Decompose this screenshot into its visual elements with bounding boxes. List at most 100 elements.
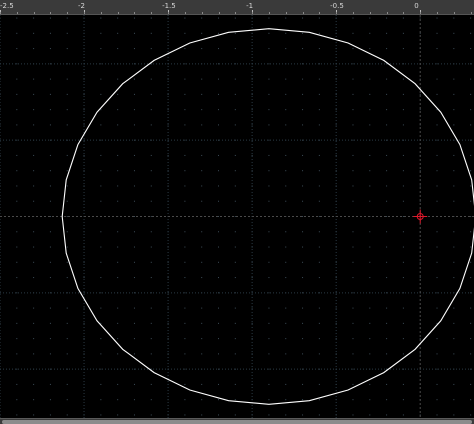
grid-dot — [49, 322, 51, 324]
grid-dot — [369, 32, 371, 34]
grid-dot — [133, 383, 135, 385]
grid-dot — [100, 277, 102, 279]
scrollbar-thumb[interactable] — [2, 420, 472, 424]
grid-dot — [352, 185, 354, 187]
grid-dot — [218, 414, 220, 416]
horizontal-ruler[interactable]: -2.5 -2 -1.5 -1 -0.5 0 — [0, 0, 474, 15]
drawing-viewport[interactable] — [0, 15, 474, 418]
grid-dot — [167, 322, 169, 324]
grid-dot — [402, 292, 404, 294]
grid-dot — [335, 338, 337, 340]
grid-dot — [117, 353, 119, 355]
grid-dot — [16, 139, 18, 141]
grid-dot — [386, 292, 388, 294]
grid-dot — [201, 32, 203, 34]
grid-dot — [453, 261, 455, 263]
grid-dot — [302, 170, 304, 172]
grid-dot — [117, 261, 119, 263]
grid-dot — [49, 124, 51, 126]
grid-dot — [184, 261, 186, 263]
grid-dot — [302, 154, 304, 156]
grid-dot — [66, 322, 68, 324]
horizontal-scrollbar[interactable] — [0, 418, 474, 424]
grid-dot — [436, 383, 438, 385]
grid-dot — [352, 170, 354, 172]
grid-dot — [201, 200, 203, 202]
ruler-minor-tick — [268, 12, 270, 14]
grid-dot — [49, 154, 51, 156]
grid-dot — [470, 399, 472, 401]
grid-dot — [201, 154, 203, 156]
grid-dot — [470, 246, 472, 248]
grid-dot — [318, 383, 320, 385]
grid-dot — [318, 200, 320, 202]
grid-dot — [234, 48, 236, 50]
grid-dot — [302, 307, 304, 309]
grid-dot — [150, 48, 152, 50]
grid-dot — [453, 185, 455, 187]
grid-dot — [436, 17, 438, 19]
grid-dot — [66, 261, 68, 263]
grid-dot — [100, 338, 102, 340]
grid-dot — [33, 124, 35, 126]
grid-dot — [150, 414, 152, 416]
grid-dot — [470, 109, 472, 111]
grid-dot — [16, 338, 18, 340]
grid-dot — [302, 231, 304, 233]
grid-dot — [268, 170, 270, 172]
grid-dot — [184, 246, 186, 248]
grid-dot — [16, 231, 18, 233]
grid-dot — [16, 109, 18, 111]
grid-dot — [66, 246, 68, 248]
grid-dot — [386, 383, 388, 385]
grid-dot — [470, 338, 472, 340]
grid-dot — [470, 231, 472, 233]
grid-dot — [352, 368, 354, 370]
grid-dot — [318, 139, 320, 141]
grid-dot — [83, 307, 85, 309]
grid-dot — [100, 322, 102, 324]
grid-dot — [133, 261, 135, 263]
grid-dot — [16, 292, 18, 294]
grid-dot — [117, 48, 119, 50]
grid-dot — [268, 261, 270, 263]
ruler-minor-tick — [453, 12, 455, 14]
grid-dot — [386, 32, 388, 34]
grid-dot — [150, 231, 152, 233]
grid-dot — [133, 414, 135, 416]
grid-dot — [66, 307, 68, 309]
grid-dot — [402, 78, 404, 80]
grid-dot — [16, 48, 18, 50]
ruler-minor-tick — [218, 12, 220, 14]
grid-dot — [117, 93, 119, 95]
grid-dot — [16, 63, 18, 65]
grid-dot — [201, 307, 203, 309]
grid-dot — [386, 246, 388, 248]
grid-dot — [100, 383, 102, 385]
grid-dot — [470, 277, 472, 279]
grid-dot — [302, 185, 304, 187]
grid-dot — [302, 399, 304, 401]
grid-dot — [302, 261, 304, 263]
grid-dot — [49, 338, 51, 340]
grid-dot — [268, 414, 270, 416]
grid-dot — [184, 139, 186, 141]
grid-dot — [285, 246, 287, 248]
grid-dot — [184, 322, 186, 324]
grid-dot — [436, 322, 438, 324]
grid-dot — [402, 246, 404, 248]
grid-dot — [386, 63, 388, 65]
ruler-label: -1 — [246, 2, 254, 10]
grid-dot — [470, 139, 472, 141]
ruler-minor-tick — [235, 12, 237, 14]
grid-dot — [470, 261, 472, 263]
grid-dot — [133, 185, 135, 187]
grid-dot — [33, 231, 35, 233]
grid-dot — [402, 32, 404, 34]
grid-dot — [369, 383, 371, 385]
grid-dot — [201, 109, 203, 111]
grid-dot — [268, 277, 270, 279]
grid-dot — [218, 32, 220, 34]
grid-dot — [419, 17, 421, 19]
grid-dot — [352, 63, 354, 65]
